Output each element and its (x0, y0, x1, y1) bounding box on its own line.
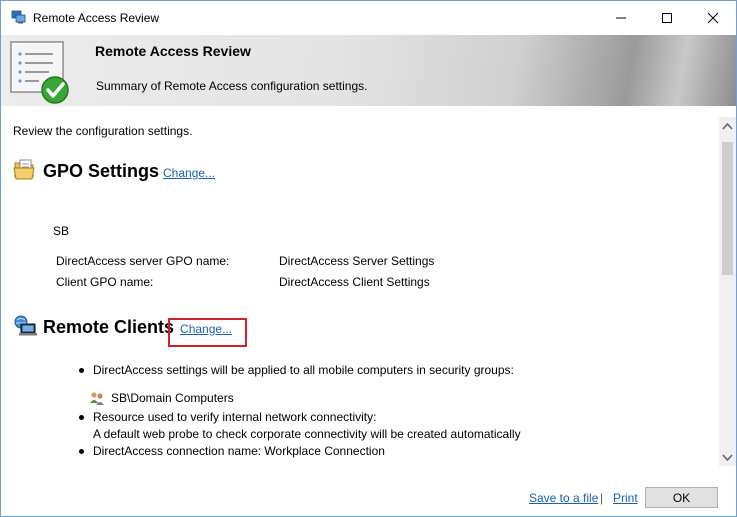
list-item: DirectAccess connection name: Workplace … (79, 443, 521, 459)
list-item: Resource used to verify internal network… (79, 409, 521, 425)
client-gpo-label: Client GPO name: (56, 275, 154, 289)
review-content: Review the configuration settings. GPO S… (1, 106, 719, 466)
page-title: Remote Access Review (95, 43, 251, 59)
print-link[interactable]: Print (613, 491, 638, 505)
checklist-check-icon (10, 41, 69, 104)
user-group-icon (90, 392, 104, 405)
chevron-down-icon (722, 453, 733, 461)
server-gpo-label: DirectAccess server GPO name: (56, 254, 230, 268)
server-gpo-value: DirectAccess Server Settings (279, 254, 435, 268)
window-title: Remote Access Review (33, 11, 160, 25)
header-banner: Remote Access Review Summary of Remote A… (1, 35, 736, 106)
title-bar: Remote Access Review (1, 1, 736, 35)
close-icon (707, 12, 719, 24)
gpo-change-link[interactable]: Change... (163, 166, 215, 180)
gpo-section-header: GPO Settings Change... (13, 158, 215, 182)
chevron-up-icon (722, 122, 733, 130)
remote-clients-title: Remote Clients (43, 317, 175, 337)
remote-access-icon (11, 10, 26, 24)
gpo-folder-icon (13, 159, 35, 180)
scroll-thumb[interactable] (722, 142, 733, 275)
scroll-up-button[interactable] (719, 117, 736, 134)
scroll-down-button[interactable] (719, 449, 736, 466)
minimize-icon (616, 17, 626, 19)
list-item: DirectAccess settings will be applied to… (79, 362, 521, 378)
gpo-settings-title: GPO Settings (43, 161, 160, 181)
maximize-icon (662, 13, 672, 23)
page-subtitle: Summary of Remote Access configuration s… (96, 79, 368, 93)
resource-note: A default web probe to check corporate c… (93, 427, 521, 441)
remote-computer-icon (14, 315, 37, 336)
remote-clients-list: DirectAccess settings will be applied to… (79, 362, 521, 459)
gpo-domain: SB (53, 224, 70, 238)
intro-text: Review the configuration settings. (13, 124, 193, 138)
client-gpo-value: DirectAccess Client Settings (279, 275, 430, 289)
minimize-button[interactable] (598, 1, 644, 35)
security-group-name: SB\Domain Computers (111, 391, 234, 405)
security-group-row: SB\Domain Computers (79, 390, 521, 406)
remote-access-review-window: Remote Access Review Remote Access Revie… (0, 0, 737, 517)
maximize-button[interactable] (644, 1, 690, 35)
ok-button[interactable]: OK (645, 487, 718, 508)
save-to-file-link[interactable]: Save to a file (529, 491, 598, 505)
close-button[interactable] (690, 1, 736, 35)
highlight-box (168, 318, 247, 347)
vertical-scrollbar[interactable] (719, 117, 736, 466)
footer-separator: | (600, 491, 604, 505)
